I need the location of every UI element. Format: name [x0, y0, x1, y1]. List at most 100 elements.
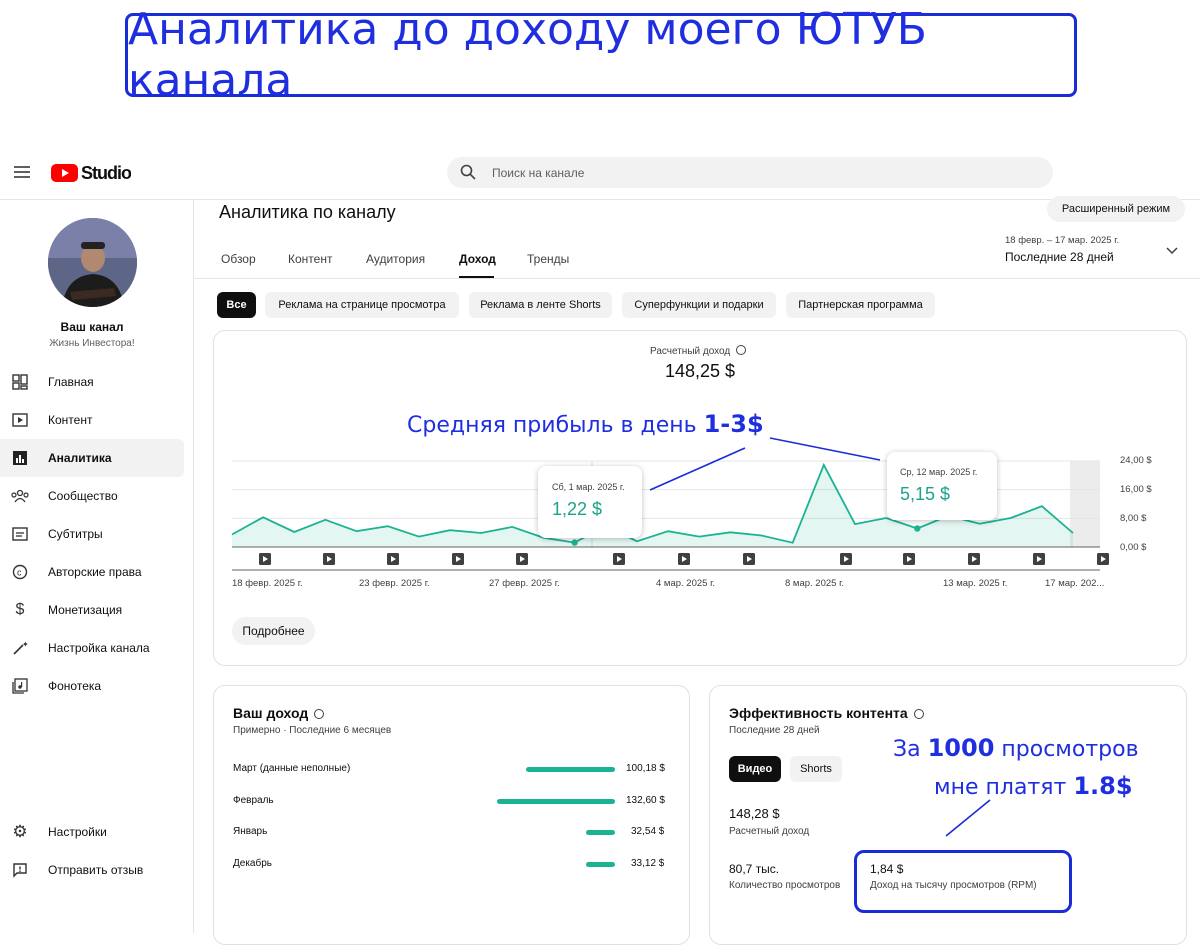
sidebar-item-dashboard[interactable]: Главная	[0, 363, 184, 401]
sidebar-item-audio-library[interactable]: Фонотека	[0, 667, 184, 705]
sidebar-item-analytics[interactable]: Аналитика	[0, 439, 184, 477]
banner-title: Аналитика до доходу моего ЮТУБ канала	[125, 13, 1077, 97]
date-period-label[interactable]: Последние 28 дней	[1005, 250, 1114, 264]
community-icon	[11, 487, 29, 505]
magic-wand-icon: ✦	[11, 639, 29, 657]
rpm-annotation-line1: За 1000 просмотров	[893, 734, 1139, 762]
chip-watch-page-ads[interactable]: Реклама на странице просмотра	[265, 292, 459, 318]
avatar[interactable]	[48, 218, 137, 307]
gear-icon: ⚙	[11, 823, 29, 841]
sidebar-item-label: Авторские права	[48, 565, 142, 579]
month-value: 132,60 $	[626, 795, 665, 806]
y-tick-label: 16,00 $	[1120, 484, 1152, 495]
video-marker-icon[interactable]	[678, 553, 690, 565]
sidebar-item-label: Настройки	[48, 825, 107, 839]
toggle-video[interactable]: Видео	[729, 756, 781, 782]
chip-affiliate[interactable]: Партнерская программа	[786, 292, 935, 318]
studio-logo[interactable]: Studio	[51, 163, 131, 183]
partial-day-shade	[1070, 461, 1100, 547]
tab-trends[interactable]: Тренды	[527, 252, 569, 266]
tab-revenue[interactable]: Доход	[459, 252, 496, 266]
daily-profit-annotation: Средняя прибыль в день 1-3$	[407, 410, 764, 438]
copyright-icon: c	[11, 563, 29, 581]
dashboard-icon	[11, 373, 29, 391]
x-tick-label: 18 февр. 2025 г.	[232, 578, 303, 589]
video-marker-icon[interactable]	[903, 553, 915, 565]
video-marker-icon[interactable]	[452, 553, 464, 565]
sidebar-item-feedback[interactable]: Отправить отзыв	[0, 851, 184, 889]
chart-tooltip-mar1: Сб, 1 мар. 2025 г. 1,22 $	[538, 466, 642, 538]
video-marker-icon[interactable]	[968, 553, 980, 565]
sidebar-item-subtitles[interactable]: Субтитры	[0, 515, 184, 553]
income-bar	[586, 862, 615, 867]
tabs-divider	[193, 278, 1200, 279]
tooltip-date: Сб, 1 мар. 2025 г.	[552, 482, 625, 492]
search-input[interactable]: Поиск на канале	[492, 166, 584, 180]
revenue-value: 148,25 $	[665, 361, 735, 382]
date-range[interactable]: 18 февр. – 17 мар. 2025 г.	[1005, 235, 1119, 246]
sidebar-item-label: Отправить отзыв	[48, 863, 143, 877]
y-tick-label: 24,00 $	[1120, 455, 1152, 466]
video-marker-icon[interactable]	[1097, 553, 1109, 565]
analytics-icon	[11, 449, 29, 467]
more-details-button[interactable]: Подробнее	[232, 617, 315, 645]
video-marker-icon[interactable]	[259, 553, 271, 565]
video-marker-icon[interactable]	[1033, 553, 1045, 565]
x-tick-label: 23 февр. 2025 г.	[359, 578, 430, 589]
video-marker-icon[interactable]	[516, 553, 528, 565]
income-bar	[586, 830, 615, 835]
revenue-chart[interactable]	[213, 440, 1187, 600]
month-label: Февраль	[233, 795, 274, 806]
content-card-title: Эффективность контента	[729, 705, 924, 721]
sidebar-item-content[interactable]: Контент	[0, 401, 184, 439]
subtitles-icon	[11, 525, 29, 543]
chip-shorts-feed-ads[interactable]: Реклама в ленте Shorts	[469, 292, 612, 318]
chip-supers[interactable]: Суперфункции и подарки	[622, 292, 776, 318]
feedback-icon	[11, 861, 29, 879]
sidebar-item-label: Фонотека	[48, 679, 101, 693]
sidebar-item-community[interactable]: Сообщество	[0, 477, 184, 515]
chevron-down-icon[interactable]	[1166, 244, 1178, 258]
chart-tooltip-mar12: Ср, 12 мар. 2025 г. 5,15 $	[887, 452, 997, 520]
video-marker-icon[interactable]	[840, 553, 852, 565]
sidebar-item-label: Настройка канала	[48, 641, 150, 655]
video-marker-icon[interactable]	[613, 553, 625, 565]
video-marker-icon[interactable]	[387, 553, 399, 565]
tab-content[interactable]: Контент	[288, 252, 332, 266]
income-card-title: Ваш доход	[233, 705, 324, 721]
x-tick-label: 17 мар. 202...	[1045, 578, 1104, 589]
x-tick-label: 4 мар. 2025 г.	[656, 578, 715, 589]
income-bar	[497, 799, 615, 804]
sidebar-item-monetization[interactable]: $ Монетизация	[0, 591, 184, 629]
x-tick-label: 13 мар. 2025 г.	[943, 578, 1007, 589]
data-point	[571, 539, 577, 545]
month-value: 100,18 $	[626, 763, 665, 774]
income-card-subtitle: Примерно · Последние 6 месяцев	[233, 725, 391, 736]
content-card-subtitle: Последние 28 дней	[729, 725, 820, 736]
sidebar-item-customization[interactable]: ✦ Настройка канала	[0, 629, 184, 667]
menu-icon[interactable]	[14, 166, 30, 178]
toggle-shorts[interactable]: Shorts	[790, 756, 842, 782]
sidebar-item-label: Субтитры	[48, 527, 103, 541]
rpm-label: Доход на тысячу просмотров (RPM)	[870, 880, 1037, 891]
content-icon	[11, 411, 29, 429]
sidebar-item-copyright[interactable]: c Авторские права	[0, 553, 184, 591]
dollar-icon: $	[11, 601, 29, 619]
content-revenue-label: Расчетный доход	[729, 826, 809, 837]
sidebar-item-label: Аналитика	[48, 451, 112, 465]
tab-overview[interactable]: Обзор	[221, 252, 256, 266]
sidebar-item-label: Контент	[48, 413, 92, 427]
views-value: 80,7 тыс.	[729, 862, 779, 876]
tab-audience[interactable]: Аудитория	[366, 252, 425, 266]
video-marker-icon[interactable]	[743, 553, 755, 565]
logo-text: Studio	[81, 163, 131, 183]
page-title: Аналитика по каналу	[219, 202, 396, 223]
advanced-mode-button[interactable]: Расширенный режим	[1047, 196, 1185, 222]
x-tick-label: 27 февр. 2025 г.	[489, 578, 560, 589]
chip-all[interactable]: Все	[217, 292, 256, 318]
income-card	[213, 685, 690, 945]
channel-name: Ваш канал	[0, 320, 184, 334]
sidebar-item-settings[interactable]: ⚙ Настройки	[0, 813, 184, 851]
channel-subtitle: Жизнь Инвестора!	[0, 338, 184, 349]
video-marker-icon[interactable]	[323, 553, 335, 565]
